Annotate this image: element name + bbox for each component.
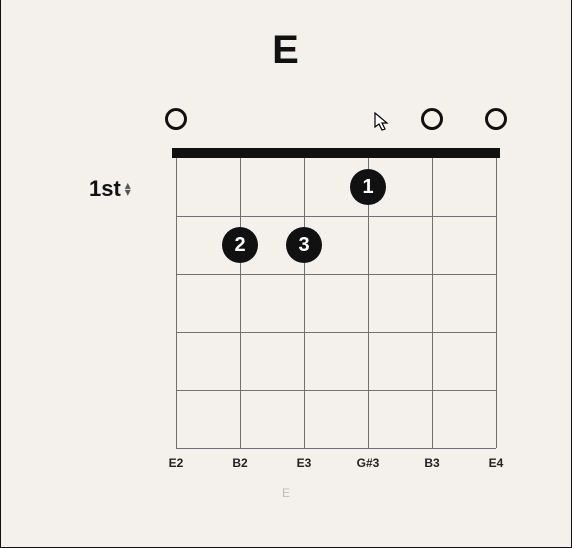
- string-line: [176, 158, 177, 448]
- string-note-label: B3: [424, 456, 439, 470]
- fret-position-label: 1st: [89, 176, 121, 202]
- fret-line: [176, 274, 496, 275]
- fret-line: [176, 332, 496, 333]
- string-line: [240, 158, 241, 448]
- string-note-row: E2B2E3G#3B3E4: [176, 456, 496, 474]
- nut: [172, 148, 500, 158]
- stepper-icon[interactable]: ▴▾: [125, 182, 131, 196]
- finger-dot[interactable]: 1: [350, 169, 386, 205]
- finger-dot[interactable]: 2: [222, 227, 258, 263]
- string-note-label: E2: [169, 456, 184, 470]
- open-string-marker[interactable]: [165, 108, 187, 130]
- chord-footer-label: E: [1, 486, 571, 500]
- open-string-marker[interactable]: [485, 108, 507, 130]
- chord-name: E: [1, 28, 571, 73]
- chord-diagram-canvas: E 1st ▴▾ 1 23 E2 B2 E3 G#3 B3 E4 E: [0, 0, 572, 548]
- string-line: [432, 158, 433, 448]
- string-note-label: E4: [489, 456, 504, 470]
- string-note-label: G#3: [357, 456, 380, 470]
- fretboard[interactable]: 1 23: [176, 148, 496, 448]
- string-note-label: E3: [297, 456, 312, 470]
- open-string-marker[interactable]: [421, 108, 443, 130]
- finger-dot[interactable]: 3: [286, 227, 322, 263]
- string-note-label: B2: [232, 456, 247, 470]
- string-line: [496, 158, 497, 448]
- string-line: [304, 158, 305, 448]
- fret-line: [176, 448, 496, 449]
- fret-position-control[interactable]: 1st ▴▾: [89, 176, 131, 202]
- open-string-row: [176, 108, 496, 132]
- fret-line: [176, 390, 496, 391]
- fret-line: [176, 216, 496, 217]
